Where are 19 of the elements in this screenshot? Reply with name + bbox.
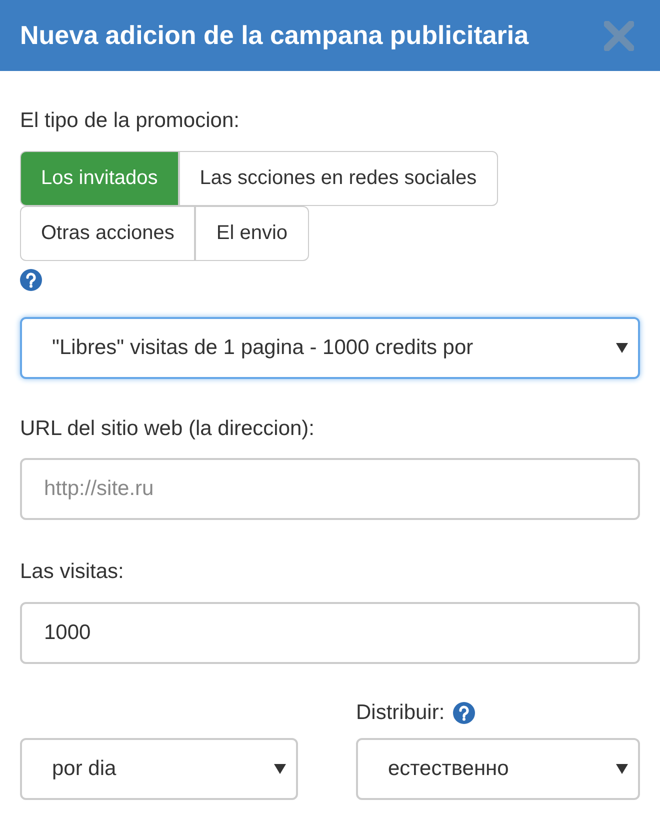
promotion-type-tab[interactable]: Los invitados xyxy=(20,150,179,206)
promotion-type-tab[interactable]: Otras acciones xyxy=(20,206,196,260)
help-icon[interactable] xyxy=(20,268,42,290)
field-label: El tipo de la promocion: xyxy=(20,108,240,134)
distribute-select[interactable]: естественно xyxy=(356,738,640,800)
caret-icon xyxy=(616,764,628,774)
visits-field[interactable]: 1000 xyxy=(20,602,640,664)
field-label: Las visitas: xyxy=(20,559,125,585)
package-select[interactable]: "Libres" visitas de 1 pagina - 1000 credits por xyxy=(20,316,640,378)
promotion-type-tab[interactable]: El envio xyxy=(195,206,309,260)
period-select[interactable]: por dia xyxy=(20,738,298,800)
url-field[interactable]: http://site.ru xyxy=(20,458,640,520)
dialog-title: Nueva adicion de la campana publicitaria xyxy=(20,19,529,52)
caret-icon xyxy=(274,764,286,774)
field-label: Distribuir: xyxy=(356,700,445,726)
promotion-type-tab[interactable]: Las scciones en redes sociales xyxy=(178,150,498,206)
field-label: URL del sitio web (la direccion): xyxy=(20,416,316,442)
caret-icon xyxy=(616,342,628,352)
help-icon[interactable] xyxy=(452,702,475,724)
